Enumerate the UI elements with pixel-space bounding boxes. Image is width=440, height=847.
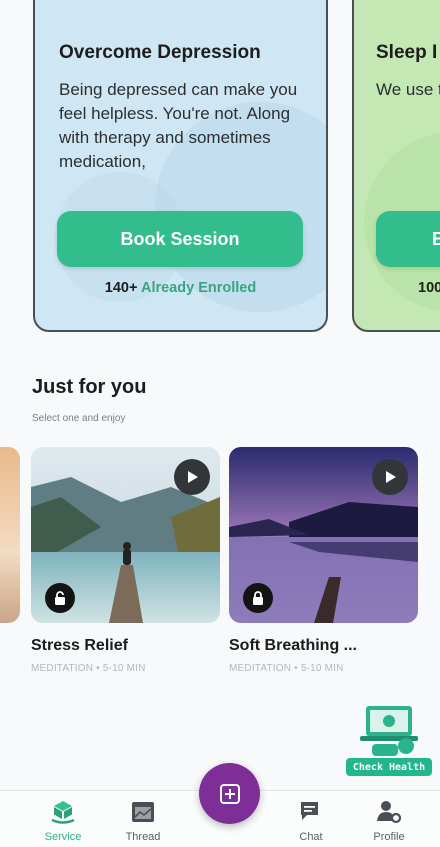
- enrolled-label: Already Enrolled: [140, 280, 257, 296]
- program-title: Sleep I: [376, 42, 438, 63]
- nav-item-chat[interactable]: Chat: [276, 799, 346, 843]
- check-health-button[interactable]: Check Health: [344, 700, 434, 776]
- meditation-tile-soft-breathing[interactable]: Soft Breathing ... MEDITATION • 5-10 MIN: [229, 447, 418, 674]
- program-card-overcome-depression[interactable]: Overcome Depression Being depressed can …: [33, 0, 328, 332]
- play-icon[interactable]: [174, 459, 210, 495]
- check-health-label: Check Health: [346, 758, 432, 776]
- tile-meta: MEDITATION • 5-10 MIN: [31, 663, 146, 674]
- doctor-laptop-icon: [360, 706, 418, 756]
- nav-label: Service: [44, 831, 82, 843]
- enrolled-count: 100: [418, 280, 440, 296]
- lock-icon: [243, 583, 273, 613]
- meditation-tile-stress-relief[interactable]: Stress Relief MEDITATION • 5-10 MIN: [31, 447, 220, 674]
- section-title: Just for you: [32, 376, 147, 398]
- tile-title: Stress Relief: [31, 637, 128, 654]
- thread-icon: [132, 802, 154, 822]
- section-subtitle: Select one and enjoy: [32, 413, 126, 424]
- program-card-sleep[interactable]: Sleep I We use to help beat yo B 100: [352, 0, 440, 332]
- tile-meta: MEDITATION • 5-10 MIN: [229, 663, 344, 674]
- program-title: Overcome Depression: [59, 42, 261, 63]
- nav-item-service[interactable]: Service: [28, 799, 98, 843]
- book-session-button[interactable]: B: [376, 211, 440, 267]
- nav-item-thread[interactable]: Thread: [108, 799, 178, 843]
- program-description: We use to help beat yo: [376, 80, 440, 99]
- add-fab-button[interactable]: [199, 763, 260, 824]
- unlock-icon: [45, 583, 75, 613]
- plus-square-icon: [219, 783, 240, 804]
- nav-label: Profile: [373, 831, 405, 843]
- previous-tile-peek[interactable]: [0, 447, 20, 623]
- play-icon[interactable]: [372, 459, 408, 495]
- nav-item-profile[interactable]: Profile: [354, 799, 424, 843]
- profile-icon: [377, 801, 402, 824]
- tile-title: Soft Breathing ...: [229, 637, 357, 654]
- nav-label: Thread: [125, 831, 161, 843]
- nav-label: Chat: [299, 831, 323, 843]
- chat-icon: [301, 802, 318, 820]
- service-icon: [51, 801, 75, 824]
- enrolled-number: 100: [418, 280, 440, 296]
- programs-carousel[interactable]: Overcome Depression Being depressed can …: [0, 0, 440, 340]
- enrolled-count: 140+ Already Enrolled: [35, 280, 326, 296]
- tile-thumbnail[interactable]: [31, 447, 220, 623]
- enrolled-number: 140+: [104, 280, 138, 296]
- book-session-button[interactable]: Book Session: [57, 211, 303, 267]
- meditation-carousel[interactable]: Stress Relief MEDITATION • 5-10 MIN Soft…: [0, 447, 440, 687]
- program-description: Being depressed can make you feel helple…: [59, 80, 298, 171]
- tile-thumbnail[interactable]: [229, 447, 418, 623]
